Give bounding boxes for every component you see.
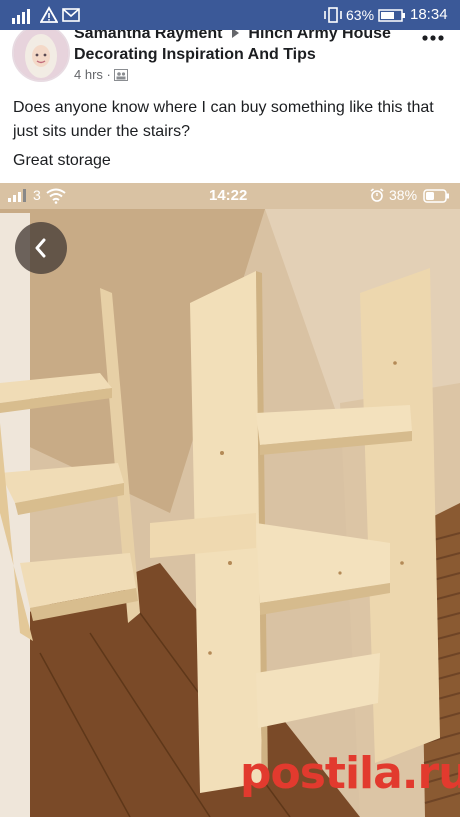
group-name-cont[interactable]: Decorating Inspiration And Tips [74,44,414,66]
alarm-icon [370,188,384,205]
vibrate-icon [322,7,344,28]
photo-signal-icon [7,189,29,206]
back-button[interactable] [15,222,67,274]
author-name[interactable]: Samantha Rayment [74,30,223,42]
photo-battery-percent: 38% [389,187,418,203]
clock: 18:34 [410,6,448,23]
mail-icon [62,8,80,27]
post-time[interactable]: 4 hrs [74,67,103,82]
separator-dot: · [106,67,115,82]
post-meta: 4 hrs · [74,66,129,86]
post-body-secondary: Great storage [13,152,111,169]
post-author-line: Samantha Rayment Hinch Army House [74,30,414,44]
photo-time: 14:22 [209,187,248,204]
more-options-icon[interactable] [418,30,448,48]
post-header: Samantha Rayment Hinch Army House Decora… [0,30,460,88]
warning-icon [39,6,59,29]
group-audience-icon [114,68,129,86]
avatar[interactable] [12,30,70,82]
post-body: Does anyone know where I can buy somethi… [13,99,434,140]
watermark-logo: postila.ru [240,748,460,799]
photo-carrier: 3 [33,187,41,203]
post-photo[interactable] [0,183,460,817]
battery-percent: 63% [346,7,375,23]
photo-status-bar: 3 14:22 38% [0,183,460,209]
arrow-right-icon [231,30,239,39]
photo-wifi-icon [46,188,66,207]
chevron-left-icon [35,238,46,258]
group-name[interactable]: Hinch Army House [248,30,391,42]
android-status-bar: 63% 18:34 [0,0,460,30]
battery-icon [378,9,406,27]
photo-battery-icon [423,189,451,206]
